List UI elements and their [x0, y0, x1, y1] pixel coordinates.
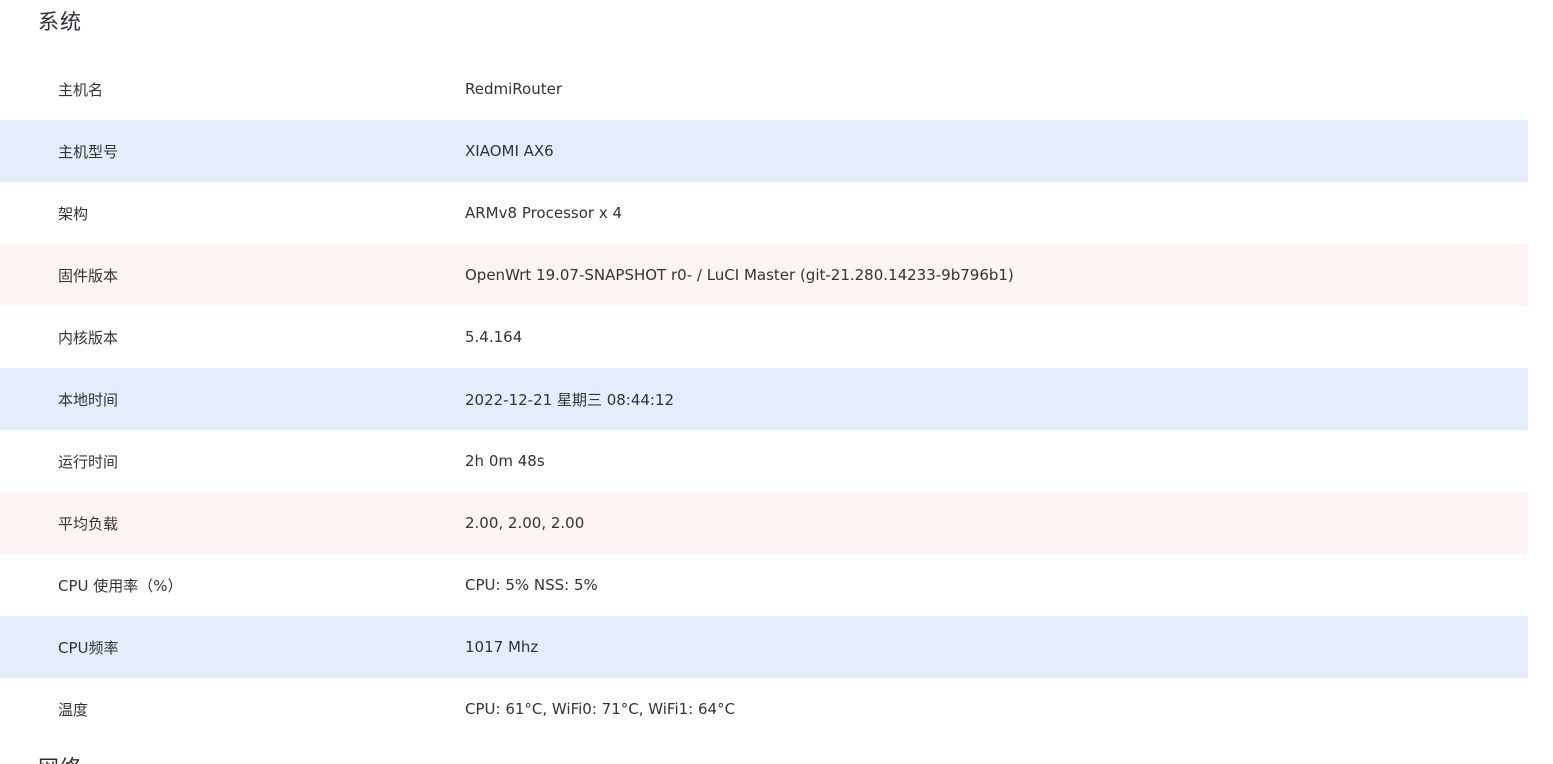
row-value: RedmiRouter: [465, 80, 562, 98]
table-row-architecture: 架构 ARMv8 Processor x 4: [0, 182, 1528, 244]
row-label: 架构: [58, 204, 89, 223]
row-label: CPU 使用率（%）: [58, 576, 183, 595]
row-value: OpenWrt 19.07-SNAPSHOT r0- / LuCI Master…: [465, 266, 1014, 284]
table-row-hostname: 主机名 RedmiRouter: [0, 58, 1528, 120]
row-label: 主机型号: [58, 142, 119, 161]
row-label: 内核版本: [58, 328, 119, 347]
next-section-title: 网络: [38, 752, 82, 764]
row-value: 1017 Mhz: [465, 638, 539, 656]
table-row-cpu-usage: CPU 使用率（%） CPU: 5% NSS: 5%: [0, 554, 1528, 616]
table-row-cpu-frequency: CPU频率 1017 Mhz: [0, 616, 1528, 678]
row-label: 本地时间: [58, 390, 119, 409]
table-row-local-time: 本地时间 2022-12-21 星期三 08:44:12: [0, 368, 1528, 430]
row-label: 主机名: [58, 80, 104, 99]
status-page: 系统 主机名 RedmiRouter 主机型号 XIAOMI AX6 架构 AR…: [0, 0, 1553, 764]
row-label: 温度: [58, 700, 89, 719]
row-value: XIAOMI AX6: [465, 142, 554, 160]
table-row-load-average: 平均负载 2.00, 2.00, 2.00: [0, 492, 1528, 554]
table-row-model: 主机型号 XIAOMI AX6: [0, 120, 1528, 182]
table-row-firmware: 固件版本 OpenWrt 19.07-SNAPSHOT r0- / LuCI M…: [0, 244, 1528, 306]
row-label: 运行时间: [58, 452, 119, 471]
row-value: ARMv8 Processor x 4: [465, 204, 623, 222]
row-value: CPU: 5% NSS: 5%: [465, 576, 598, 594]
section-title: 系统: [38, 10, 82, 34]
row-value: 2.00, 2.00, 2.00: [465, 514, 585, 532]
table-row-uptime: 运行时间 2h 0m 48s: [0, 430, 1528, 492]
row-value: 5.4.164: [465, 328, 523, 346]
row-label: 固件版本: [58, 266, 119, 285]
table-row-temperature: 温度 CPU: 61°C, WiFi0: 71°C, WiFi1: 64°C: [0, 678, 1528, 740]
table-row-kernel: 内核版本 5.4.164: [0, 306, 1528, 368]
row-value: 2022-12-21 星期三 08:44:12: [465, 390, 675, 409]
row-value: 2h 0m 48s: [465, 452, 545, 470]
row-label: CPU频率: [58, 638, 119, 657]
system-info-table: 主机名 RedmiRouter 主机型号 XIAOMI AX6 架构 ARMv8…: [0, 58, 1528, 740]
row-label: 平均负载: [58, 514, 119, 533]
row-value: CPU: 61°C, WiFi0: 71°C, WiFi1: 64°C: [465, 700, 736, 718]
